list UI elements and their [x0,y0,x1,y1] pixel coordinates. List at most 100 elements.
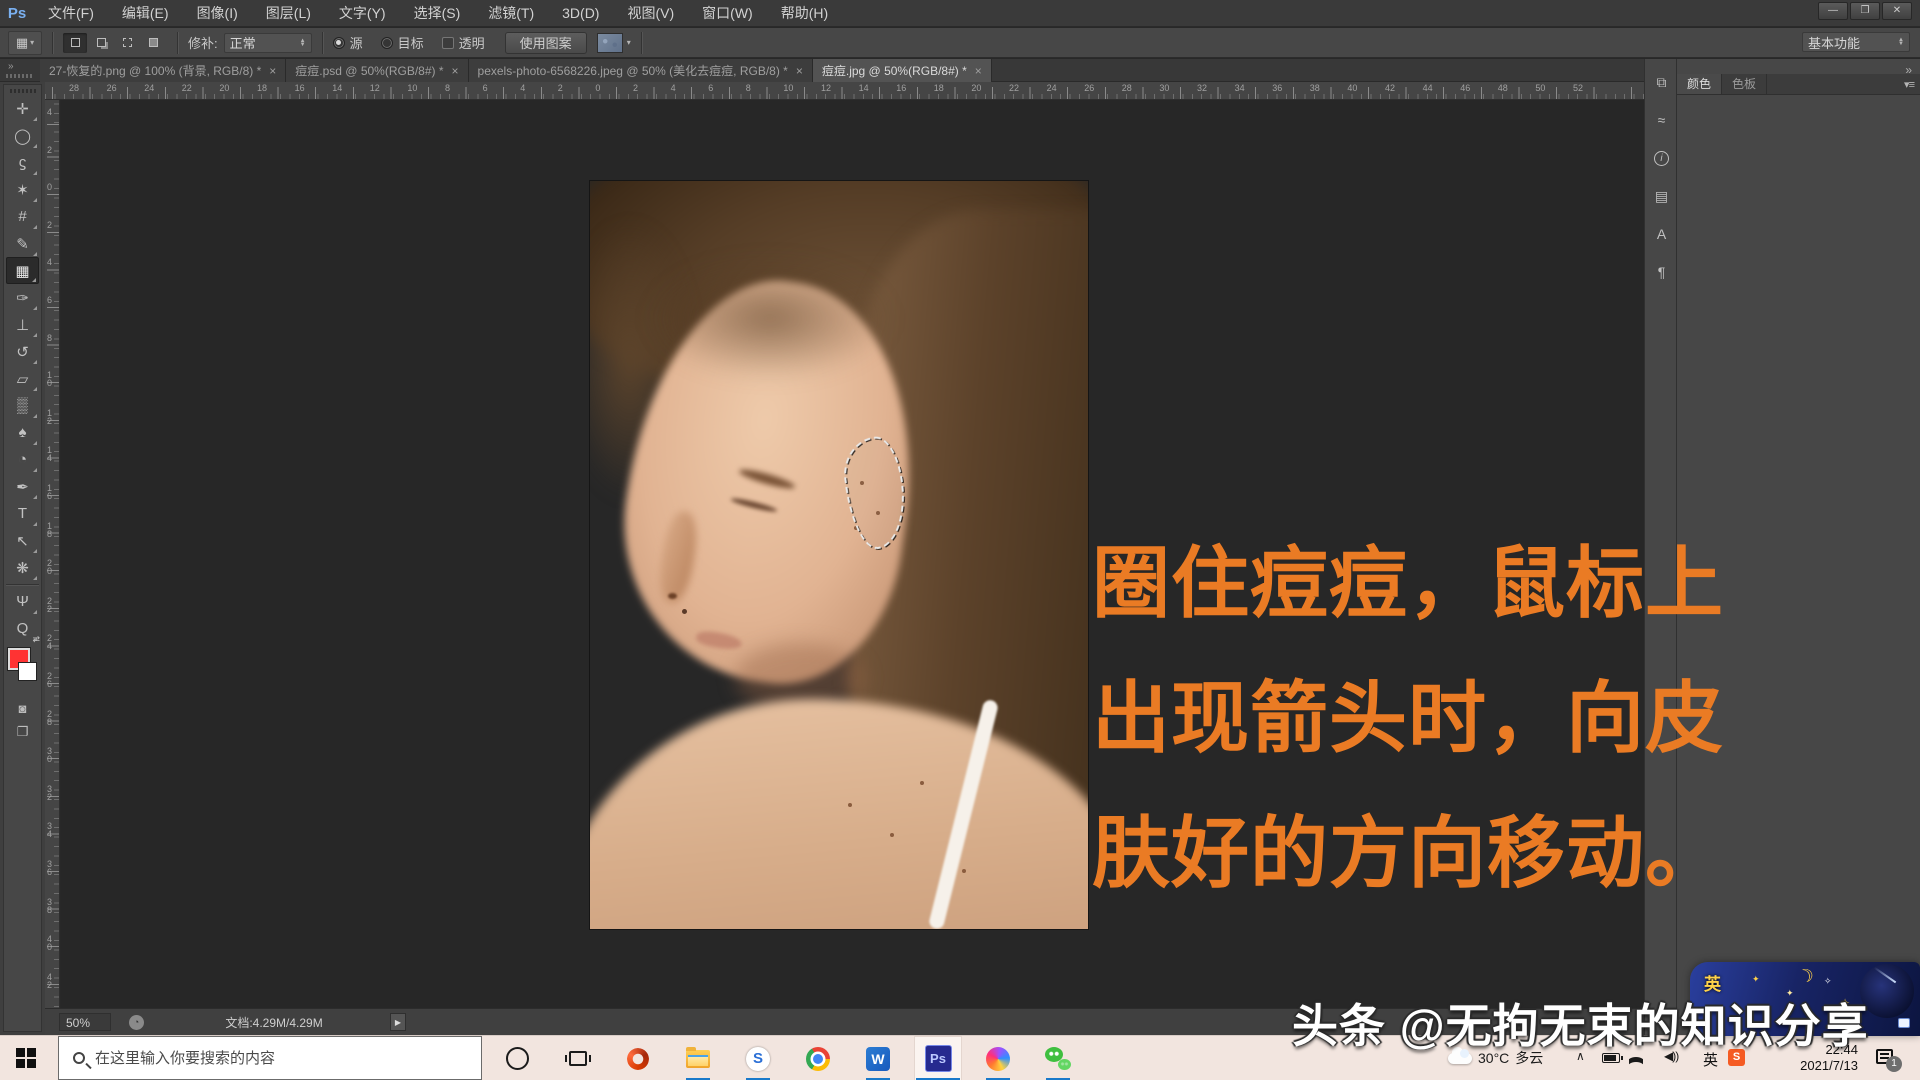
blur-tool[interactable]: ♠ [6,419,39,446]
word-icon[interactable]: W [854,1036,902,1080]
history-panel-icon[interactable]: ⧉ [1645,67,1678,97]
path-select-tool-icon: ↖ [16,532,29,550]
menu-3D[interactable]: 3D(D) [548,0,613,26]
character-panel-icon[interactable]: A [1645,219,1678,249]
photoshop-icon[interactable]: Ps [914,1036,962,1080]
document-tab[interactable]: 痘痘.jpg @ 50%(RGB/8#) *× [813,59,992,82]
close-button[interactable]: ✕ [1882,2,1912,20]
cortana-button[interactable] [506,1047,529,1070]
crop-tool[interactable]: # [6,203,39,230]
vertical-ruler[interactable]: 42024681 01 21 41 61 82 02 22 42 62 83 0… [45,100,60,1035]
taskbar-search[interactable] [58,1036,482,1080]
move-tool[interactable]: ✛ [6,95,39,122]
close-icon[interactable]: × [975,64,982,78]
minimize-button[interactable]: — [1818,2,1848,20]
type-tool[interactable]: T [6,500,39,527]
menu-图像[interactable]: 图像(I) [183,0,252,26]
menu-滤镜[interactable]: 滤镜(T) [474,0,548,26]
subtract-selection-button[interactable] [115,33,139,53]
lasso-tool[interactable]: ϛ [6,149,39,176]
new-selection-button[interactable] [63,33,87,53]
close-icon[interactable]: × [269,64,276,78]
status-flyout-button[interactable]: ▶ [390,1013,406,1031]
ruler-label: 20 [971,83,981,93]
swap-colors-icon[interactable]: ⇄ [32,634,40,645]
path-select-tool[interactable]: ↖ [6,527,39,554]
pen-tool[interactable]: ✒ [6,473,39,500]
quick-mask-button[interactable]: ◙ [6,696,39,720]
document-tab[interactable]: 痘痘.psd @ 50%(RGB/8#) *× [286,59,468,82]
menu-视图[interactable]: 视图(V) [613,0,688,26]
photo-document[interactable] [590,181,1088,929]
menu-窗口[interactable]: 窗口(W) [688,0,767,26]
horizontal-ruler[interactable]: 2826242220181614121086420246810121416182… [45,82,1644,100]
clone-stamp-tool[interactable]: ⊥ [6,311,39,338]
tab-swatches[interactable]: 色板 [1722,74,1767,94]
dodge-tool[interactable]: ◔ [6,446,39,473]
chrome-icon[interactable] [794,1036,842,1080]
wechat-icon[interactable] [1034,1036,1082,1080]
properties-panel-icon[interactable]: ≈ [1645,105,1678,135]
workspace-switcher[interactable]: 基本功能 ▲▼ [1802,32,1910,52]
intersect-selection-button[interactable] [141,33,165,53]
tab-scroll-icon[interactable]: » [8,61,14,72]
panel-menu-icon[interactable]: ▾≡ [1904,78,1914,91]
patch-tool[interactable]: ▦ [6,257,39,284]
toolbox-grip[interactable] [10,89,36,93]
background-color-swatch[interactable] [18,662,37,681]
photo-freckle [962,869,966,873]
colorful-drop-icon[interactable] [974,1036,1022,1080]
add-selection-button[interactable] [89,33,113,53]
ruler-label: 4 [47,258,52,266]
stepper-icon: ▲▼ [300,39,306,47]
menu-图层[interactable]: 图层(L) [252,0,325,26]
menu-文字[interactable]: 文字(Y) [325,0,400,26]
eyedropper-tool[interactable]: ✎ [6,230,39,257]
explorer-icon[interactable] [674,1036,722,1080]
paragraph-panel-icon[interactable]: ¶ [1645,257,1678,287]
patch-mode-dropdown[interactable]: 正常 ▲▼ [224,33,312,53]
patch-tool-preset[interactable]: ▦ ▾ [8,31,42,55]
magic-wand-tool[interactable]: ✶ [6,176,39,203]
hand-tool[interactable]: Ψ [6,588,39,615]
search-input[interactable] [95,1050,481,1067]
ruler-label: 34 [1235,83,1245,93]
menu-帮助[interactable]: 帮助(H) [767,0,842,26]
gradient-tool[interactable]: ▒ [6,392,39,419]
use-pattern-button[interactable]: 使用图案 [505,32,587,54]
sogou-browser-icon[interactable]: S [734,1036,782,1080]
adjustments-panel-icon[interactable]: ▤ [1645,181,1678,211]
zoom-level-field[interactable]: 50% [59,1013,111,1031]
ruler-label: 22 [1009,83,1019,93]
history-brush-tool[interactable]: ↺ [6,338,39,365]
patch-mode-value: 正常 [230,33,256,52]
start-button[interactable] [16,1048,36,1068]
move-tool-icon: ✛ [16,100,29,118]
menu-编辑[interactable]: 编辑(E) [108,0,183,26]
wifi-icon[interactable]: ((( [1628,1056,1645,1061]
close-icon[interactable]: × [452,64,459,78]
ruler-label: 1 2 [47,409,52,425]
menu-文件[interactable]: 文件(F) [34,0,108,26]
document-tab[interactable]: pexels-photo-6568226.jpeg @ 50% (美化去痘痘, … [469,59,813,82]
target-radio[interactable] [381,37,393,49]
taskview-button[interactable] [554,1036,602,1080]
source-radio[interactable] [333,37,345,49]
screen-mode-button[interactable]: ❐ [6,720,39,744]
eraser-tool[interactable]: ▱ [6,365,39,392]
restore-button[interactable]: ❐ [1850,2,1880,20]
ruler-label: 10 [407,83,417,93]
photo-nose [668,593,677,599]
document-tab[interactable]: 27-恢复的.png @ 100% (背景, RGB/8) *× [40,59,286,82]
office-icon[interactable] [614,1036,662,1080]
menu-选择[interactable]: 选择(S) [400,0,475,26]
marquee-tool[interactable]: ◯ [6,122,39,149]
close-icon[interactable]: × [796,64,803,78]
shape-tool[interactable]: ❋ [6,554,39,581]
sparkle-icon: ✧ [1824,976,1832,987]
transparent-checkbox[interactable] [442,37,454,49]
tab-color[interactable]: 颜色 [1677,74,1722,94]
pattern-swatch[interactable] [597,33,623,53]
brush-tool[interactable]: ✑ [6,284,39,311]
info-panel-icon[interactable]: i [1645,143,1678,173]
